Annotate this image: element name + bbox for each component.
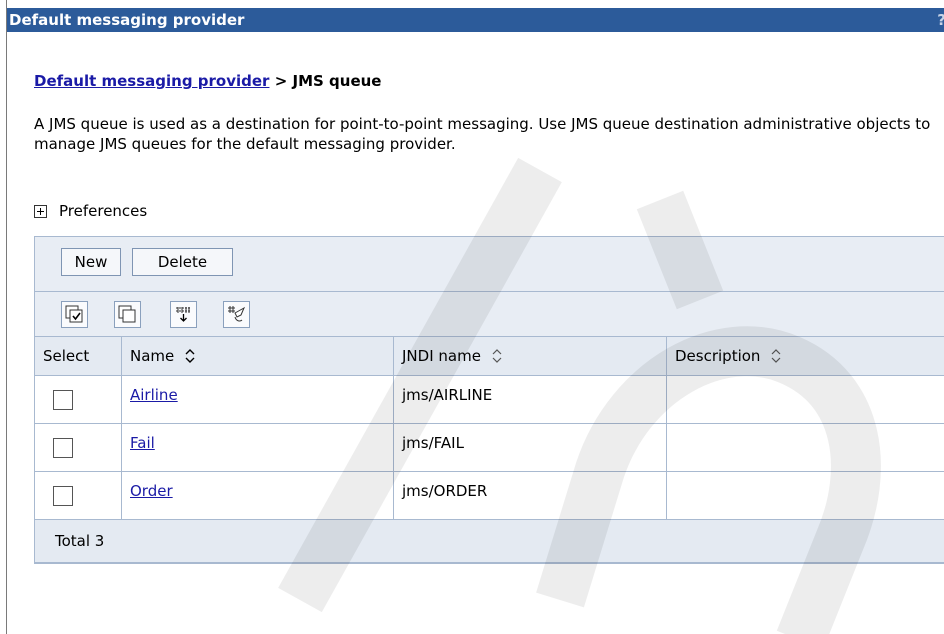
name-cell: Order	[121, 471, 394, 520]
table-row: Order jms/ORDER	[35, 471, 944, 520]
table-row: Airline jms/AIRLINE	[35, 375, 944, 424]
row-checkbox[interactable]	[53, 437, 73, 458]
row-checkbox[interactable]	[53, 389, 73, 410]
button-bar: New Delete	[35, 237, 944, 292]
preferences-toggle[interactable]: Preferences	[34, 202, 147, 220]
column-header-description-label[interactable]: Description	[675, 347, 760, 365]
column-header-name-label[interactable]: Name	[130, 347, 174, 365]
new-button[interactable]: New	[61, 248, 121, 276]
table-header-row: Select Name JNDI name Description	[35, 337, 944, 376]
portlet-title: Default messaging provider	[9, 11, 245, 29]
select-all-icon[interactable]	[61, 301, 88, 328]
table-total: Total 3	[35, 520, 944, 563]
row-checkbox[interactable]	[53, 485, 73, 506]
jndi-cell: jms/FAIL	[393, 423, 667, 472]
description-cell	[666, 471, 944, 520]
name-cell: Airline	[121, 375, 394, 424]
delete-button[interactable]: Delete	[132, 248, 233, 276]
column-header-jndi-label[interactable]: JNDI name	[402, 347, 481, 365]
clear-filter-icon[interactable]	[223, 301, 250, 328]
jndi-cell: jms/AIRLINE	[393, 375, 667, 424]
queue-name-link[interactable]: Fail	[130, 434, 155, 452]
sort-icon[interactable]	[771, 349, 781, 363]
column-header-jndi[interactable]: JNDI name	[393, 337, 667, 376]
deselect-all-icon[interactable]	[114, 301, 141, 328]
select-cell	[35, 375, 122, 424]
table-row: Fail jms/FAIL	[35, 423, 944, 472]
sort-icon[interactable]	[492, 349, 502, 363]
select-cell	[35, 471, 122, 520]
column-header-description[interactable]: Description	[666, 337, 944, 376]
sort-icon[interactable]	[185, 349, 195, 363]
table-toolbar	[35, 292, 944, 337]
show-filter-icon[interactable]	[170, 301, 197, 328]
name-cell: Fail	[121, 423, 394, 472]
portlet-title-bar: Default messaging provider ?	[7, 8, 944, 32]
help-icon[interactable]: ?	[937, 8, 944, 32]
queue-table: Select Name JNDI name Description Airlin…	[35, 337, 944, 520]
column-header-name[interactable]: Name	[121, 337, 394, 376]
column-header-select: Select	[35, 337, 122, 376]
jndi-cell: jms/ORDER	[393, 471, 667, 520]
breadcrumb-current: JMS queue	[292, 72, 382, 90]
description-cell	[666, 423, 944, 472]
preferences-label[interactable]: Preferences	[59, 202, 147, 220]
breadcrumb: Default messaging provider > JMS queue	[34, 72, 381, 90]
queue-name-link[interactable]: Order	[130, 482, 173, 500]
expand-plus-icon[interactable]	[34, 204, 47, 218]
select-cell	[35, 423, 122, 472]
queue-name-link[interactable]: Airline	[130, 386, 178, 404]
collection-panel: New Delete Select Name JNDI name Descrip…	[34, 236, 944, 564]
breadcrumb-separator: >	[274, 72, 288, 90]
page-description: A JMS queue is used as a destination for…	[34, 115, 931, 153]
description-cell	[666, 375, 944, 424]
breadcrumb-parent-link[interactable]: Default messaging provider	[34, 72, 269, 90]
